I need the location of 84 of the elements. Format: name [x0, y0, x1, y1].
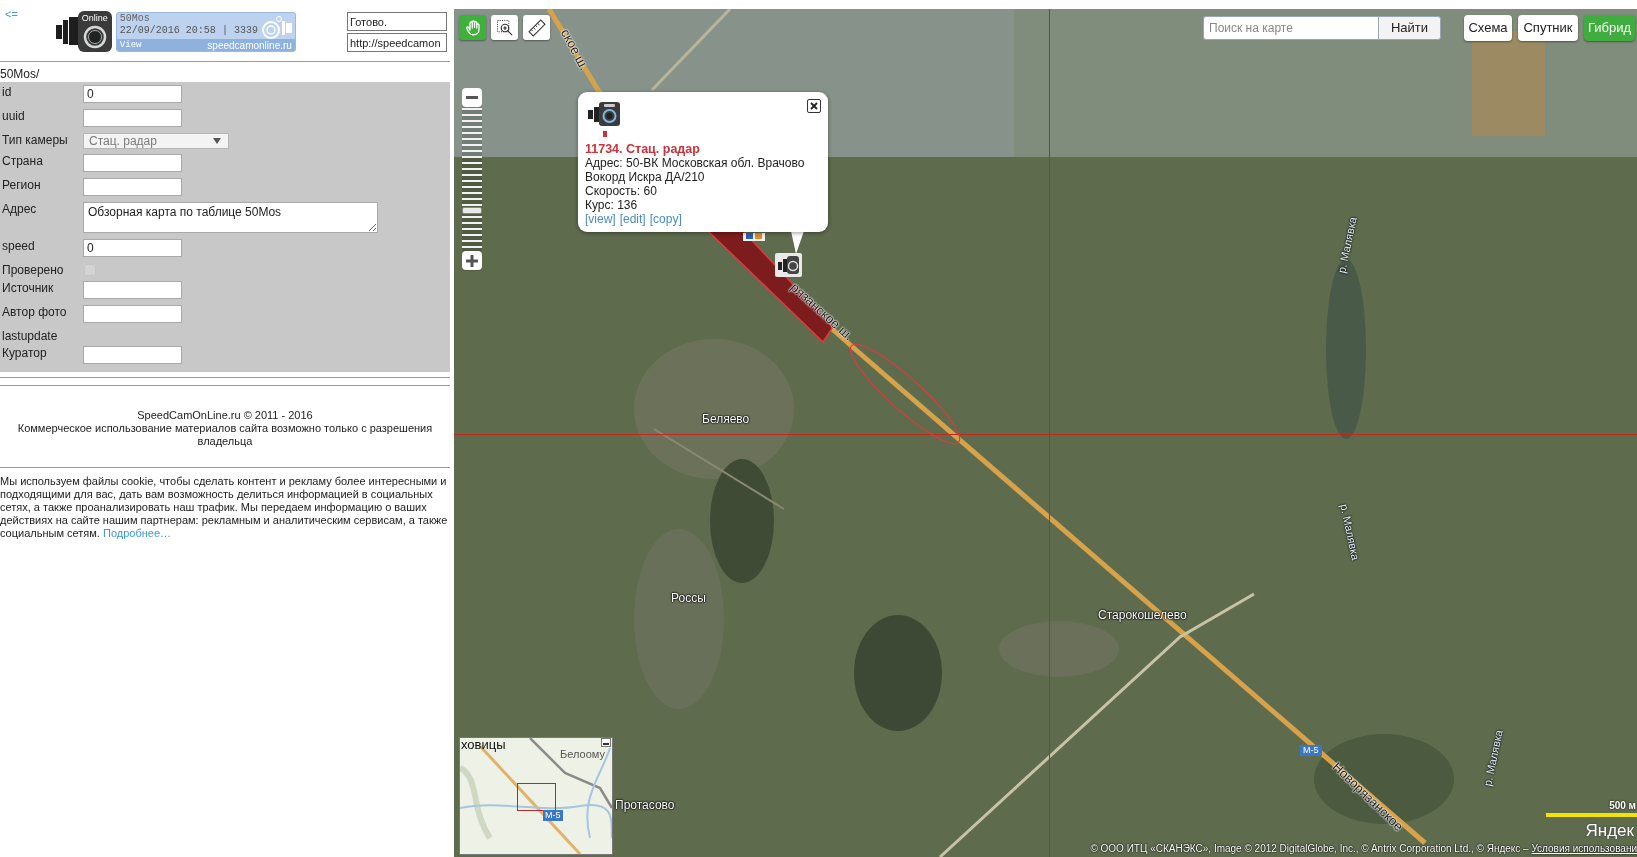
popup-text: Курс: 136	[585, 198, 639, 212]
cookie-notice: Мы используем файлы cookie, чтобы сделать контент и рекламу более интересными и подходящими для вас, дать вам возможность делиться информацией в социальных сетях, а также проанализировать наш трафик. Мы передаем информацию о ваших действиях на сайте нашим партнерам: рекламным и аналитическим сервисам, а также социальным сетям. Подробнее…	[0, 474, 449, 540]
banner-timestamp: 22/09/2016 20:58 | 3339	[119, 25, 258, 37]
minimap-label: ховицы	[461, 738, 506, 752]
field-label: Автор фото	[1, 305, 68, 319]
map-layer-button[interactable]: Схема	[1464, 15, 1512, 41]
map-logo: Яндек	[1585, 821, 1634, 840]
place-label: Беляево	[702, 412, 750, 426]
lens-icon	[82, 24, 107, 49]
plus-icon	[466, 254, 478, 267]
popup-link[interactable]: [copy]	[649, 212, 682, 226]
map-layer-button[interactable]: Спутник	[1518, 15, 1578, 41]
input-field[interactable]	[83, 305, 182, 323]
field-label: Проверено	[1, 263, 65, 277]
counter-banner[interactable]: 50Mos 22/09/2016 20:58 | 3339 View speedcamonline.ru	[115, 12, 296, 52]
find-button[interactable]: Найти	[1379, 16, 1441, 40]
ruler-button[interactable]	[523, 15, 550, 40]
close-button[interactable]	[807, 99, 821, 113]
road-label: ское ш.	[556, 25, 594, 75]
status-field[interactable]: Готово.	[347, 12, 447, 31]
camera-body-icon	[55, 15, 78, 47]
close-icon	[810, 102, 818, 110]
banner-view-label: View	[119, 40, 142, 50]
popup-text: Скорость: 60	[585, 184, 658, 198]
banner-title: 50Mos	[119, 13, 150, 24]
field-label: Регион	[1, 178, 42, 192]
input-field[interactable]	[83, 109, 182, 127]
marker-icon[interactable]	[743, 233, 765, 241]
terms-link[interactable]: Условия использовани	[1531, 843, 1637, 854]
textarea-field[interactable]: Обзорная карта по таблице 50Mos	[83, 202, 378, 233]
input-field[interactable]	[83, 281, 182, 299]
usage-notice: Коммерческое использование материалов сайта возможно только с разрешения владельца	[16, 422, 434, 448]
field-label: Источник	[1, 281, 55, 295]
minus-icon	[603, 743, 609, 745]
camera-watermark-icon	[259, 15, 294, 41]
camera-icon	[586, 101, 621, 137]
river-label: р. Малявка	[1337, 501, 1363, 564]
zoom-in-button[interactable]	[462, 251, 482, 270]
field-label: lastupdate	[1, 329, 59, 343]
input-field[interactable]: 0	[83, 85, 182, 103]
road-number-badge: M-5	[543, 810, 563, 821]
field-label: id	[1, 85, 13, 99]
zoom-area-button[interactable]	[491, 15, 518, 40]
field-label: uuid	[1, 109, 26, 123]
place-label: Россы	[671, 591, 706, 605]
river-label: р. Малявка	[1480, 727, 1506, 790]
zoom-area-icon	[495, 18, 514, 37]
copyright-text: SpeedCamOnLine.ru © 2011 - 2016	[136, 409, 314, 422]
field-label: Тип камеры	[1, 133, 69, 147]
minimap-label: Белоому	[560, 748, 605, 760]
ruler-icon	[527, 18, 546, 37]
logo-text: Online	[81, 12, 108, 23]
hand-icon	[463, 18, 482, 37]
map-search-field[interactable]: Поиск на карте	[1203, 16, 1379, 40]
attribution-text: © ООО ИТЦ «СКАНЭКС», Image © 2012 DigitalGlobe, Inc., © Antrix Corporation Ltd., © Яндекс – Условия использовани	[1090, 843, 1637, 855]
caret-icon	[213, 138, 221, 144]
url-field[interactable]: http://speedcamon	[347, 33, 447, 52]
minimap[interactable]: ховицы Белоому M-5	[459, 737, 613, 855]
input-field[interactable]	[83, 178, 182, 196]
scale-label: 500 м	[1609, 800, 1636, 811]
breadcrumb: 50Mos/	[0, 66, 41, 82]
river-label: р. Малявка	[1334, 214, 1360, 277]
popup-text: Адрес: 50-ВК Московская обл. Врачово	[585, 156, 806, 170]
pan-tool-button[interactable]	[459, 15, 486, 40]
input-field[interactable]	[83, 346, 182, 364]
popup-link[interactable]: [edit]	[619, 212, 646, 226]
banner-site: speedcamonline.ru	[207, 39, 292, 51]
popup-link[interactable]: [view]	[585, 212, 616, 226]
popup-text: Вокорд Искра ДА/210	[585, 170, 706, 184]
camera-marker-icon[interactable]	[775, 253, 802, 277]
minimap-collapse-button[interactable]	[601, 738, 611, 747]
field-label: Куратор	[1, 346, 48, 360]
input-field[interactable]	[83, 154, 182, 172]
field-label: Страна	[1, 154, 44, 168]
minus-icon	[466, 96, 478, 99]
road-number-badge: M-5	[1300, 745, 1322, 756]
place-label: Протасово	[615, 798, 675, 812]
field-label: Адрес	[1, 202, 38, 216]
field-label: speed	[1, 239, 36, 253]
popup-title: 11734. Стац. радар	[585, 142, 701, 156]
zoom-thumb[interactable]	[462, 206, 482, 214]
input-field[interactable]: 0	[83, 239, 182, 257]
zoom-out-button[interactable]	[462, 88, 482, 107]
satellite-map-drawing[interactable]	[454, 9, 1637, 857]
